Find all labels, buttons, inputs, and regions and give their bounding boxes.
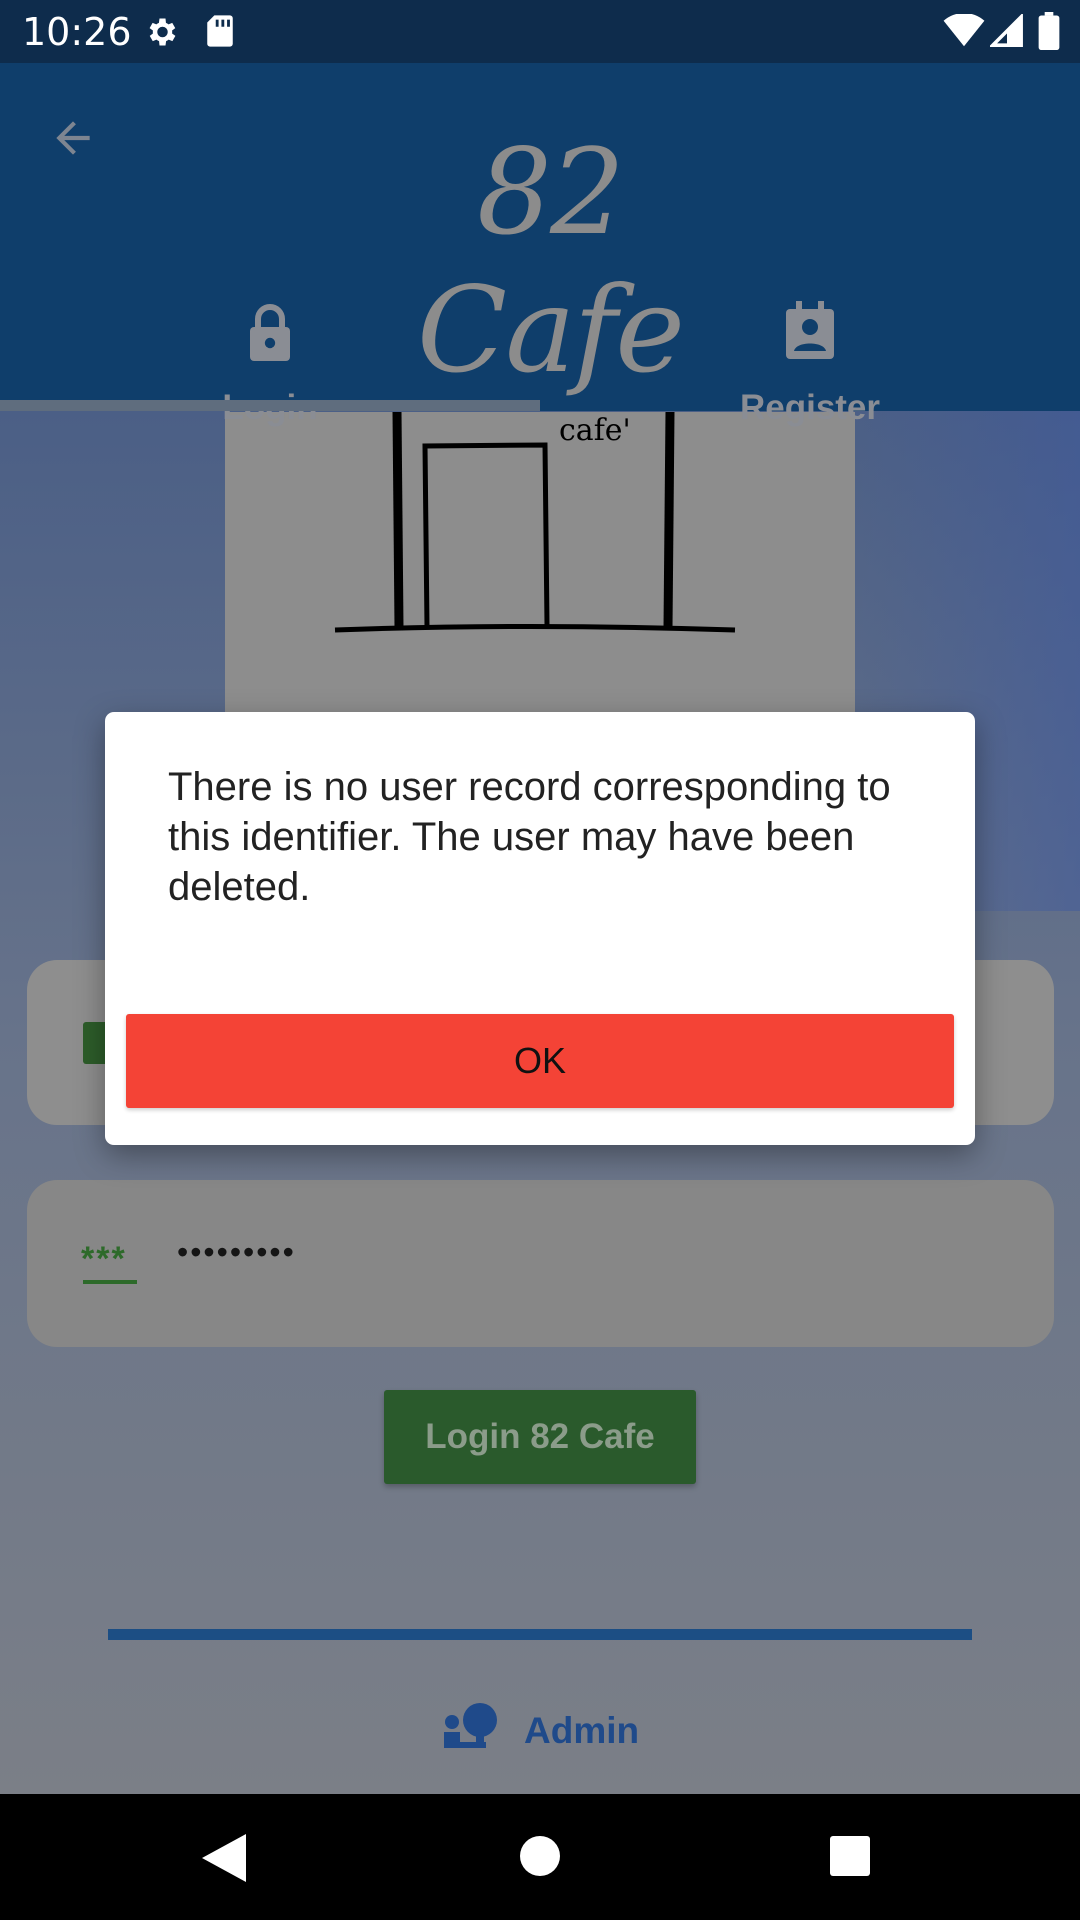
- back-arrow-icon[interactable]: [48, 113, 98, 163]
- tab-register-label: Register: [739, 388, 881, 427]
- battery-icon: [1038, 12, 1060, 50]
- sd-card-icon: [207, 15, 233, 47]
- password-icon-underline: [83, 1280, 137, 1284]
- tab-register[interactable]: Register: [540, 233, 1080, 427]
- settings-icon: [149, 18, 176, 46]
- progress-divider: [108, 1629, 972, 1640]
- error-dialog: There is no user record corresponding to…: [105, 712, 975, 1145]
- password-icon: ***: [81, 1240, 127, 1278]
- back-nav-icon[interactable]: [202, 1834, 246, 1882]
- admin-icon: [444, 1703, 497, 1748]
- cafe-drawing: cafe': [334, 411, 736, 633]
- contact-card-icon: [786, 301, 834, 359]
- status-time: 10:26: [22, 10, 132, 54]
- password-value[interactable]: •••••••••: [177, 1234, 296, 1271]
- recents-nav-icon[interactable]: [830, 1836, 870, 1876]
- tab-indicator: [0, 400, 540, 411]
- status-bar: 10:26: [0, 0, 1080, 63]
- dialog-message: There is no user record corresponding to…: [168, 765, 891, 909]
- home-nav-icon[interactable]: [520, 1836, 560, 1876]
- app-bar: 82 Cafe Login Register: [0, 63, 1080, 427]
- cafe-illustration: cafe': [225, 411, 855, 712]
- navigation-bar: [0, 1794, 1080, 1920]
- wifi-icon: [943, 14, 985, 47]
- ok-button[interactable]: OK: [126, 1014, 954, 1108]
- login-button[interactable]: Login 82 Cafe: [384, 1390, 696, 1484]
- password-field[interactable]: *** •••••••••: [27, 1180, 1054, 1347]
- lock-icon: [250, 304, 290, 361]
- cell-signal-icon: [990, 14, 1023, 47]
- tab-login[interactable]: Login: [0, 233, 540, 427]
- admin-label: Admin: [524, 1710, 640, 1751]
